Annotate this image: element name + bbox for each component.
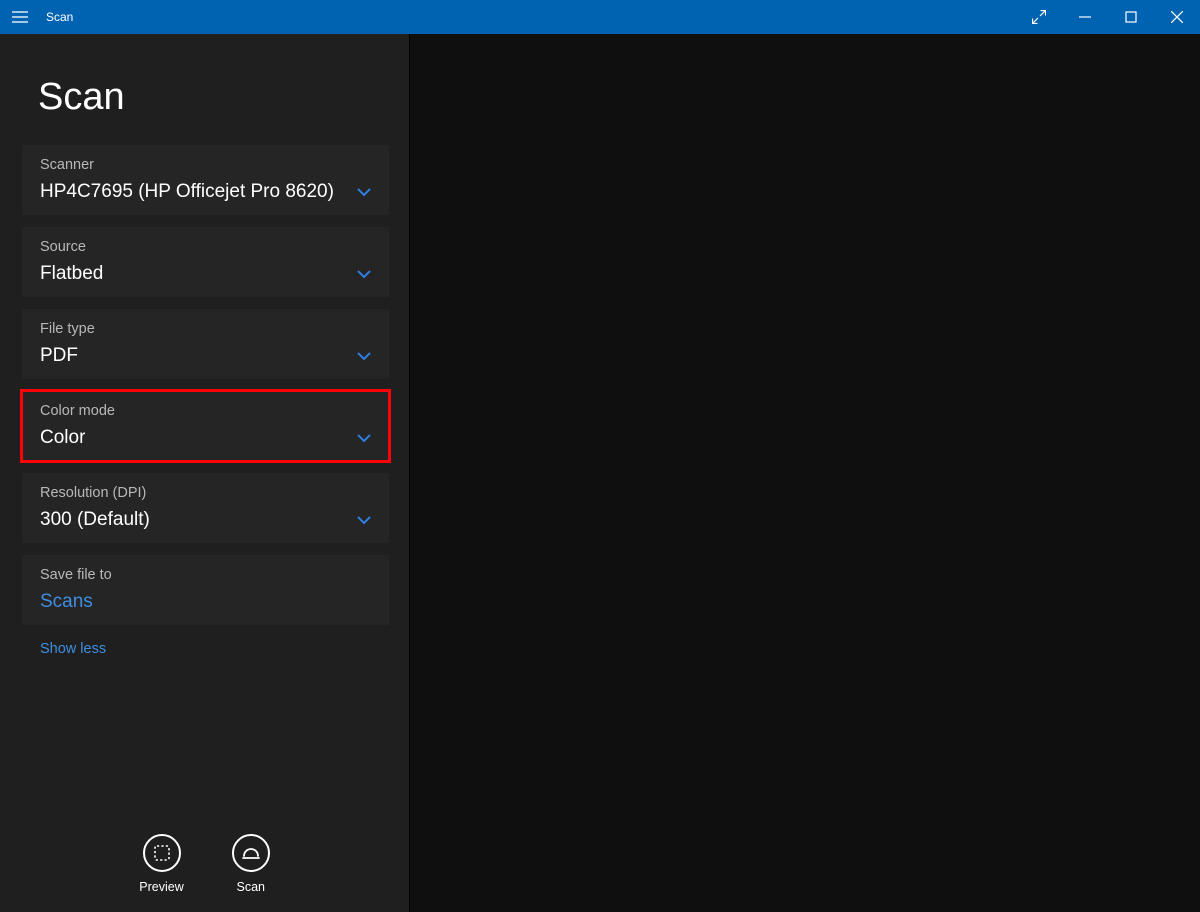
resolution-value: 300 (Default)	[40, 509, 150, 531]
filetype-dropdown[interactable]: File type PDF	[22, 309, 389, 379]
preview-icon	[143, 834, 181, 872]
scanner-dropdown[interactable]: Scanner HP4C7695 (HP Officejet Pro 8620)	[22, 145, 389, 215]
colormode-label: Color mode	[40, 403, 371, 419]
fullscreen-button[interactable]	[1016, 0, 1062, 34]
scan-button[interactable]: Scan	[232, 834, 270, 894]
main-area: Scan Scanner HP4C7695 (HP Officejet Pro …	[0, 34, 1200, 912]
saveto-value: Scans	[40, 591, 93, 613]
preview-label: Preview	[139, 880, 183, 894]
show-less-link[interactable]: Show less	[0, 625, 409, 657]
chevron-down-icon	[357, 187, 371, 197]
maximize-button[interactable]	[1108, 0, 1154, 34]
preview-button[interactable]: Preview	[139, 834, 183, 894]
title-bar: Scan	[0, 0, 1200, 34]
chevron-down-icon	[357, 433, 371, 443]
scanner-value: HP4C7695 (HP Officejet Pro 8620)	[40, 181, 334, 203]
window-title: Scan	[46, 10, 73, 24]
filetype-label: File type	[40, 321, 371, 337]
filetype-value: PDF	[40, 345, 78, 367]
scanner-label: Scanner	[40, 157, 371, 173]
source-value: Flatbed	[40, 263, 103, 285]
resolution-dropdown[interactable]: Resolution (DPI) 300 (Default)	[22, 473, 389, 543]
saveto-button[interactable]: Save file to Scans	[22, 555, 389, 625]
minimize-button[interactable]	[1062, 0, 1108, 34]
page-title: Scan	[0, 34, 409, 145]
source-dropdown[interactable]: Source Flatbed	[22, 227, 389, 297]
hamburger-menu-button[interactable]	[12, 11, 28, 23]
close-button[interactable]	[1154, 0, 1200, 34]
saveto-label: Save file to	[40, 567, 371, 583]
chevron-down-icon	[357, 351, 371, 361]
colormode-value: Color	[40, 427, 85, 449]
scan-label: Scan	[236, 880, 265, 894]
preview-canvas	[410, 34, 1200, 912]
colormode-dropdown[interactable]: Color mode Color	[22, 391, 389, 461]
chevron-down-icon	[357, 515, 371, 525]
chevron-down-icon	[357, 269, 371, 279]
settings-sidebar: Scan Scanner HP4C7695 (HP Officejet Pro …	[0, 34, 410, 912]
scan-icon	[232, 834, 270, 872]
resolution-label: Resolution (DPI)	[40, 485, 371, 501]
source-label: Source	[40, 239, 371, 255]
